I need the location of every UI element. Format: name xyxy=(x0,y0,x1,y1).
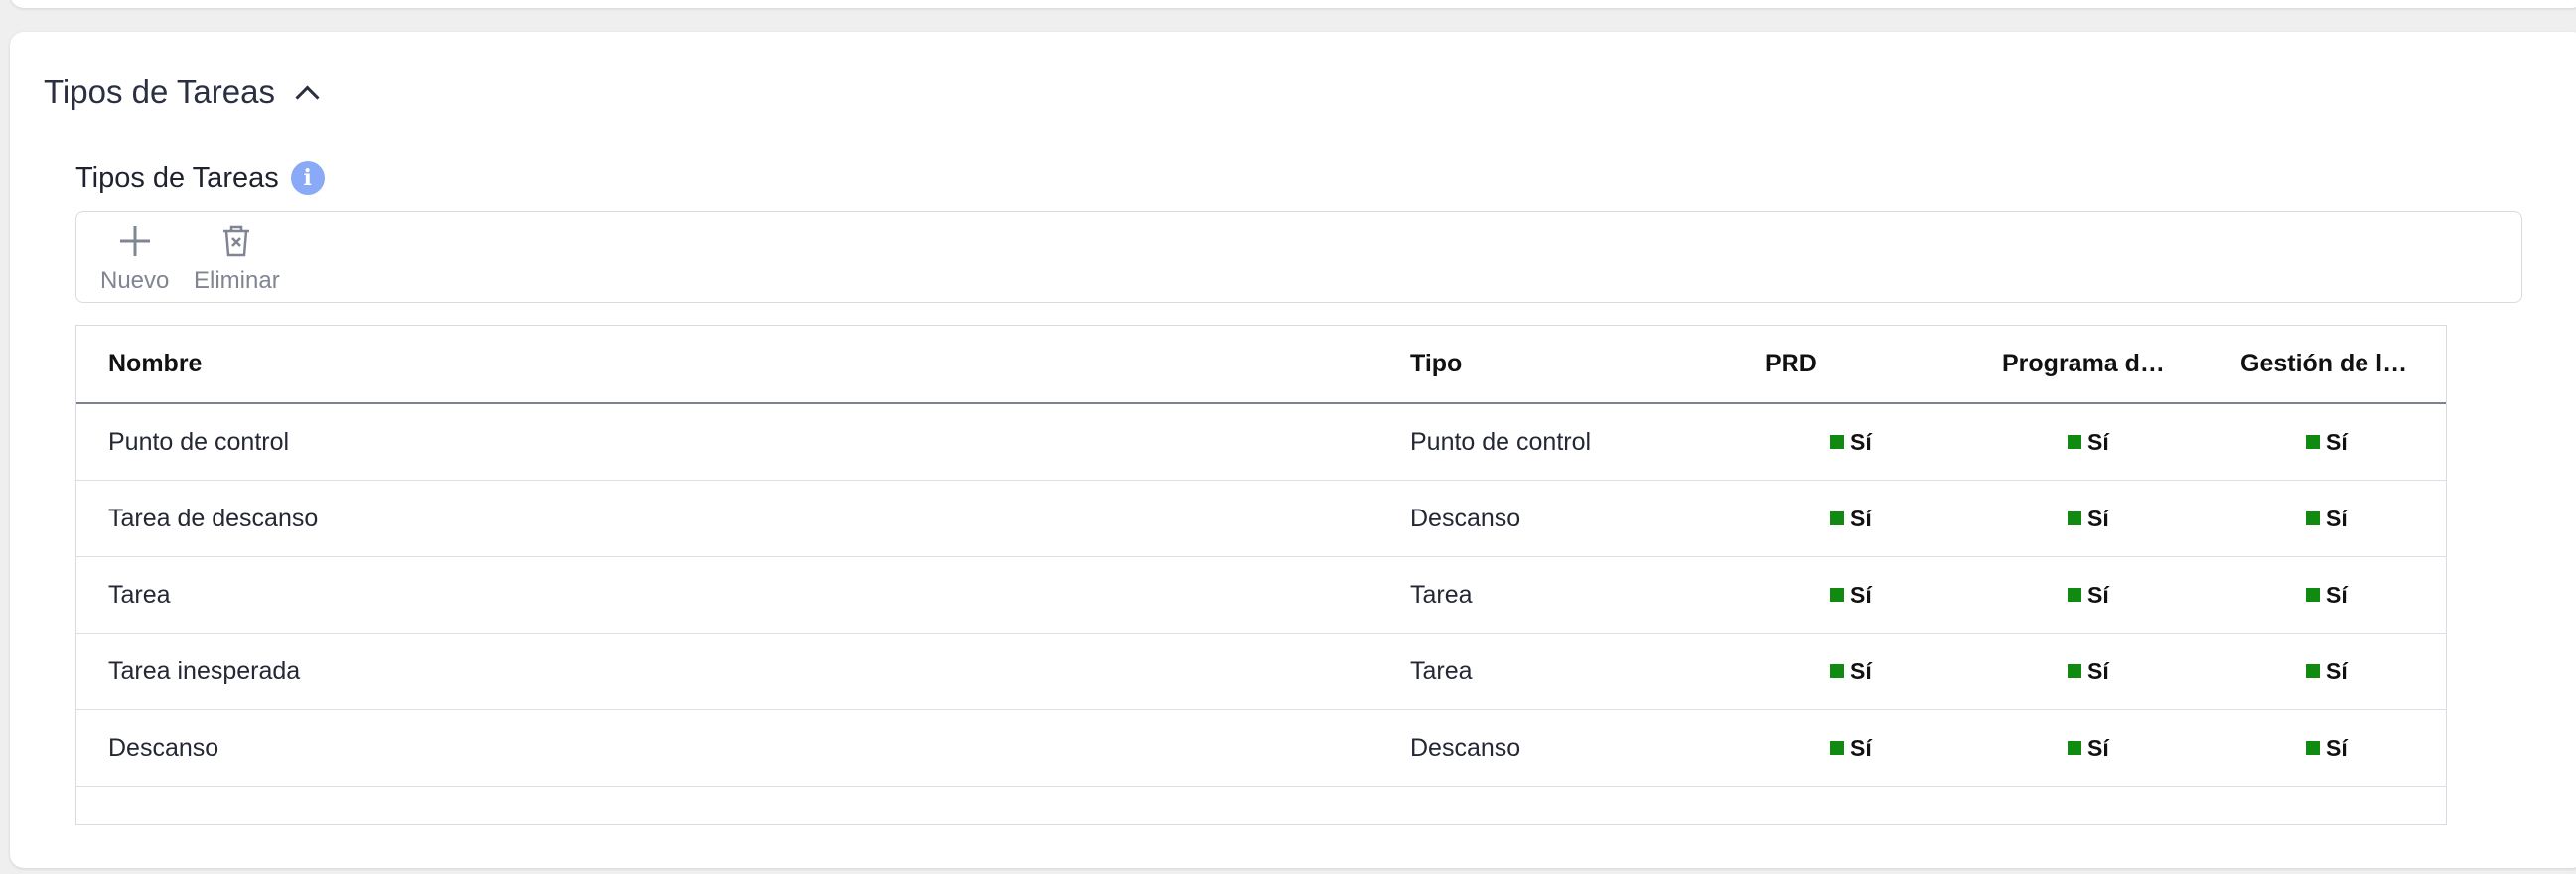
cell-gestion-value: Sí xyxy=(2326,734,2348,761)
grid-title: Tipos de Tareas i xyxy=(75,155,325,201)
table-header-row: Nombre Tipo PRD Programa d… Gestión de l… xyxy=(76,326,2446,404)
yes-indicator-icon xyxy=(1830,741,1844,755)
yes-indicator-icon xyxy=(1830,511,1844,525)
cell-prd: Sí xyxy=(1830,404,1872,480)
cell-programa: Sí xyxy=(2068,404,2109,480)
yes-indicator-icon xyxy=(2306,588,2320,602)
cell-prd-value: Sí xyxy=(1850,734,1872,761)
yes-indicator-icon xyxy=(2068,741,2081,755)
cell-gestion: Sí xyxy=(2306,634,2348,709)
new-button[interactable]: Nuevo xyxy=(100,218,169,301)
cell-prd-value: Sí xyxy=(1850,657,1872,684)
cell-nombre: Tarea xyxy=(108,580,171,609)
cell-prd-value: Sí xyxy=(1850,581,1872,608)
yes-indicator-icon xyxy=(1830,588,1844,602)
cell-programa: Sí xyxy=(2068,710,2109,786)
chevron-up-icon[interactable] xyxy=(295,84,320,110)
yes-indicator-icon xyxy=(2306,741,2320,755)
cell-nombre: Tarea de descanso xyxy=(108,504,319,532)
delete-button-label: Eliminar xyxy=(194,267,280,294)
cell-prd-value: Sí xyxy=(1850,505,1872,531)
column-header-nombre[interactable]: Nombre xyxy=(108,326,202,402)
column-header-prd[interactable]: PRD xyxy=(1765,326,1817,402)
cell-programa: Sí xyxy=(2068,557,2109,633)
column-header-programa[interactable]: Programa d… xyxy=(2002,326,2165,402)
grid-toolbar: Nuevo Eliminar xyxy=(75,211,2522,303)
cell-programa-value: Sí xyxy=(2087,428,2109,455)
table-row[interactable]: Tarea Tarea Sí Sí Sí xyxy=(76,557,2446,634)
task-types-table: Nombre Tipo PRD Programa d… Gestión de l… xyxy=(75,325,2447,825)
cell-nombre: Descanso xyxy=(108,733,219,762)
cell-gestion-value: Sí xyxy=(2326,505,2348,531)
yes-indicator-icon xyxy=(1830,664,1844,678)
cell-gestion: Sí xyxy=(2306,481,2348,556)
cell-nombre: Punto de control xyxy=(108,427,290,456)
yes-indicator-icon xyxy=(2306,511,2320,525)
table-row[interactable]: Punto de control Punto de control Sí Sí … xyxy=(76,404,2446,481)
cell-programa-value: Sí xyxy=(2087,581,2109,608)
new-button-label: Nuevo xyxy=(100,267,170,294)
cell-tipo: Tarea xyxy=(1410,580,1473,609)
grid-title-label: Tipos de Tareas xyxy=(75,161,279,194)
delete-button[interactable]: Eliminar xyxy=(194,218,280,301)
yes-indicator-icon xyxy=(2068,664,2081,678)
cell-prd-value: Sí xyxy=(1850,428,1872,455)
section-title: Tipos de Tareas xyxy=(44,73,275,110)
cell-tipo: Punto de control xyxy=(1410,427,1592,456)
plus-icon xyxy=(118,218,152,265)
cell-tipo: Descanso xyxy=(1410,733,1521,762)
yes-indicator-icon xyxy=(2306,664,2320,678)
info-icon[interactable]: i xyxy=(290,161,325,195)
cell-prd: Sí xyxy=(1830,481,1872,556)
cell-gestion: Sí xyxy=(2306,557,2348,633)
trash-icon xyxy=(220,218,252,265)
cell-gestion-value: Sí xyxy=(2326,581,2348,608)
cell-programa-value: Sí xyxy=(2087,505,2109,531)
cell-tipo: Tarea xyxy=(1410,656,1473,685)
yes-indicator-icon xyxy=(1830,435,1844,449)
cell-prd: Sí xyxy=(1830,710,1872,786)
cell-programa: Sí xyxy=(2068,634,2109,709)
cell-prd: Sí xyxy=(1830,634,1872,709)
table-row[interactable]: Tarea de descanso Descanso Sí Sí Sí xyxy=(76,481,2446,557)
cell-gestion: Sí xyxy=(2306,404,2348,480)
table-row[interactable]: Tarea inesperada Tarea Sí Sí Sí xyxy=(76,634,2446,710)
cell-gestion: Sí xyxy=(2306,710,2348,786)
cell-prd: Sí xyxy=(1830,557,1872,633)
yes-indicator-icon xyxy=(2068,435,2081,449)
yes-indicator-icon xyxy=(2068,588,2081,602)
table-row[interactable]: Descanso Descanso Sí Sí Sí xyxy=(76,710,2446,787)
column-header-tipo[interactable]: Tipo xyxy=(1410,326,1462,402)
yes-indicator-icon xyxy=(2306,435,2320,449)
cell-gestion-value: Sí xyxy=(2326,428,2348,455)
previous-section-card xyxy=(10,0,2576,8)
cell-programa-value: Sí xyxy=(2087,657,2109,684)
cell-tipo: Descanso xyxy=(1410,504,1521,532)
cell-programa-value: Sí xyxy=(2087,734,2109,761)
column-header-gestion[interactable]: Gestión de l… xyxy=(2240,326,2407,402)
yes-indicator-icon xyxy=(2068,511,2081,525)
cell-programa: Sí xyxy=(2068,481,2109,556)
cell-nombre: Tarea inesperada xyxy=(108,656,301,685)
cell-gestion-value: Sí xyxy=(2326,657,2348,684)
section-header[interactable]: Tipos de Tareas xyxy=(44,58,320,127)
